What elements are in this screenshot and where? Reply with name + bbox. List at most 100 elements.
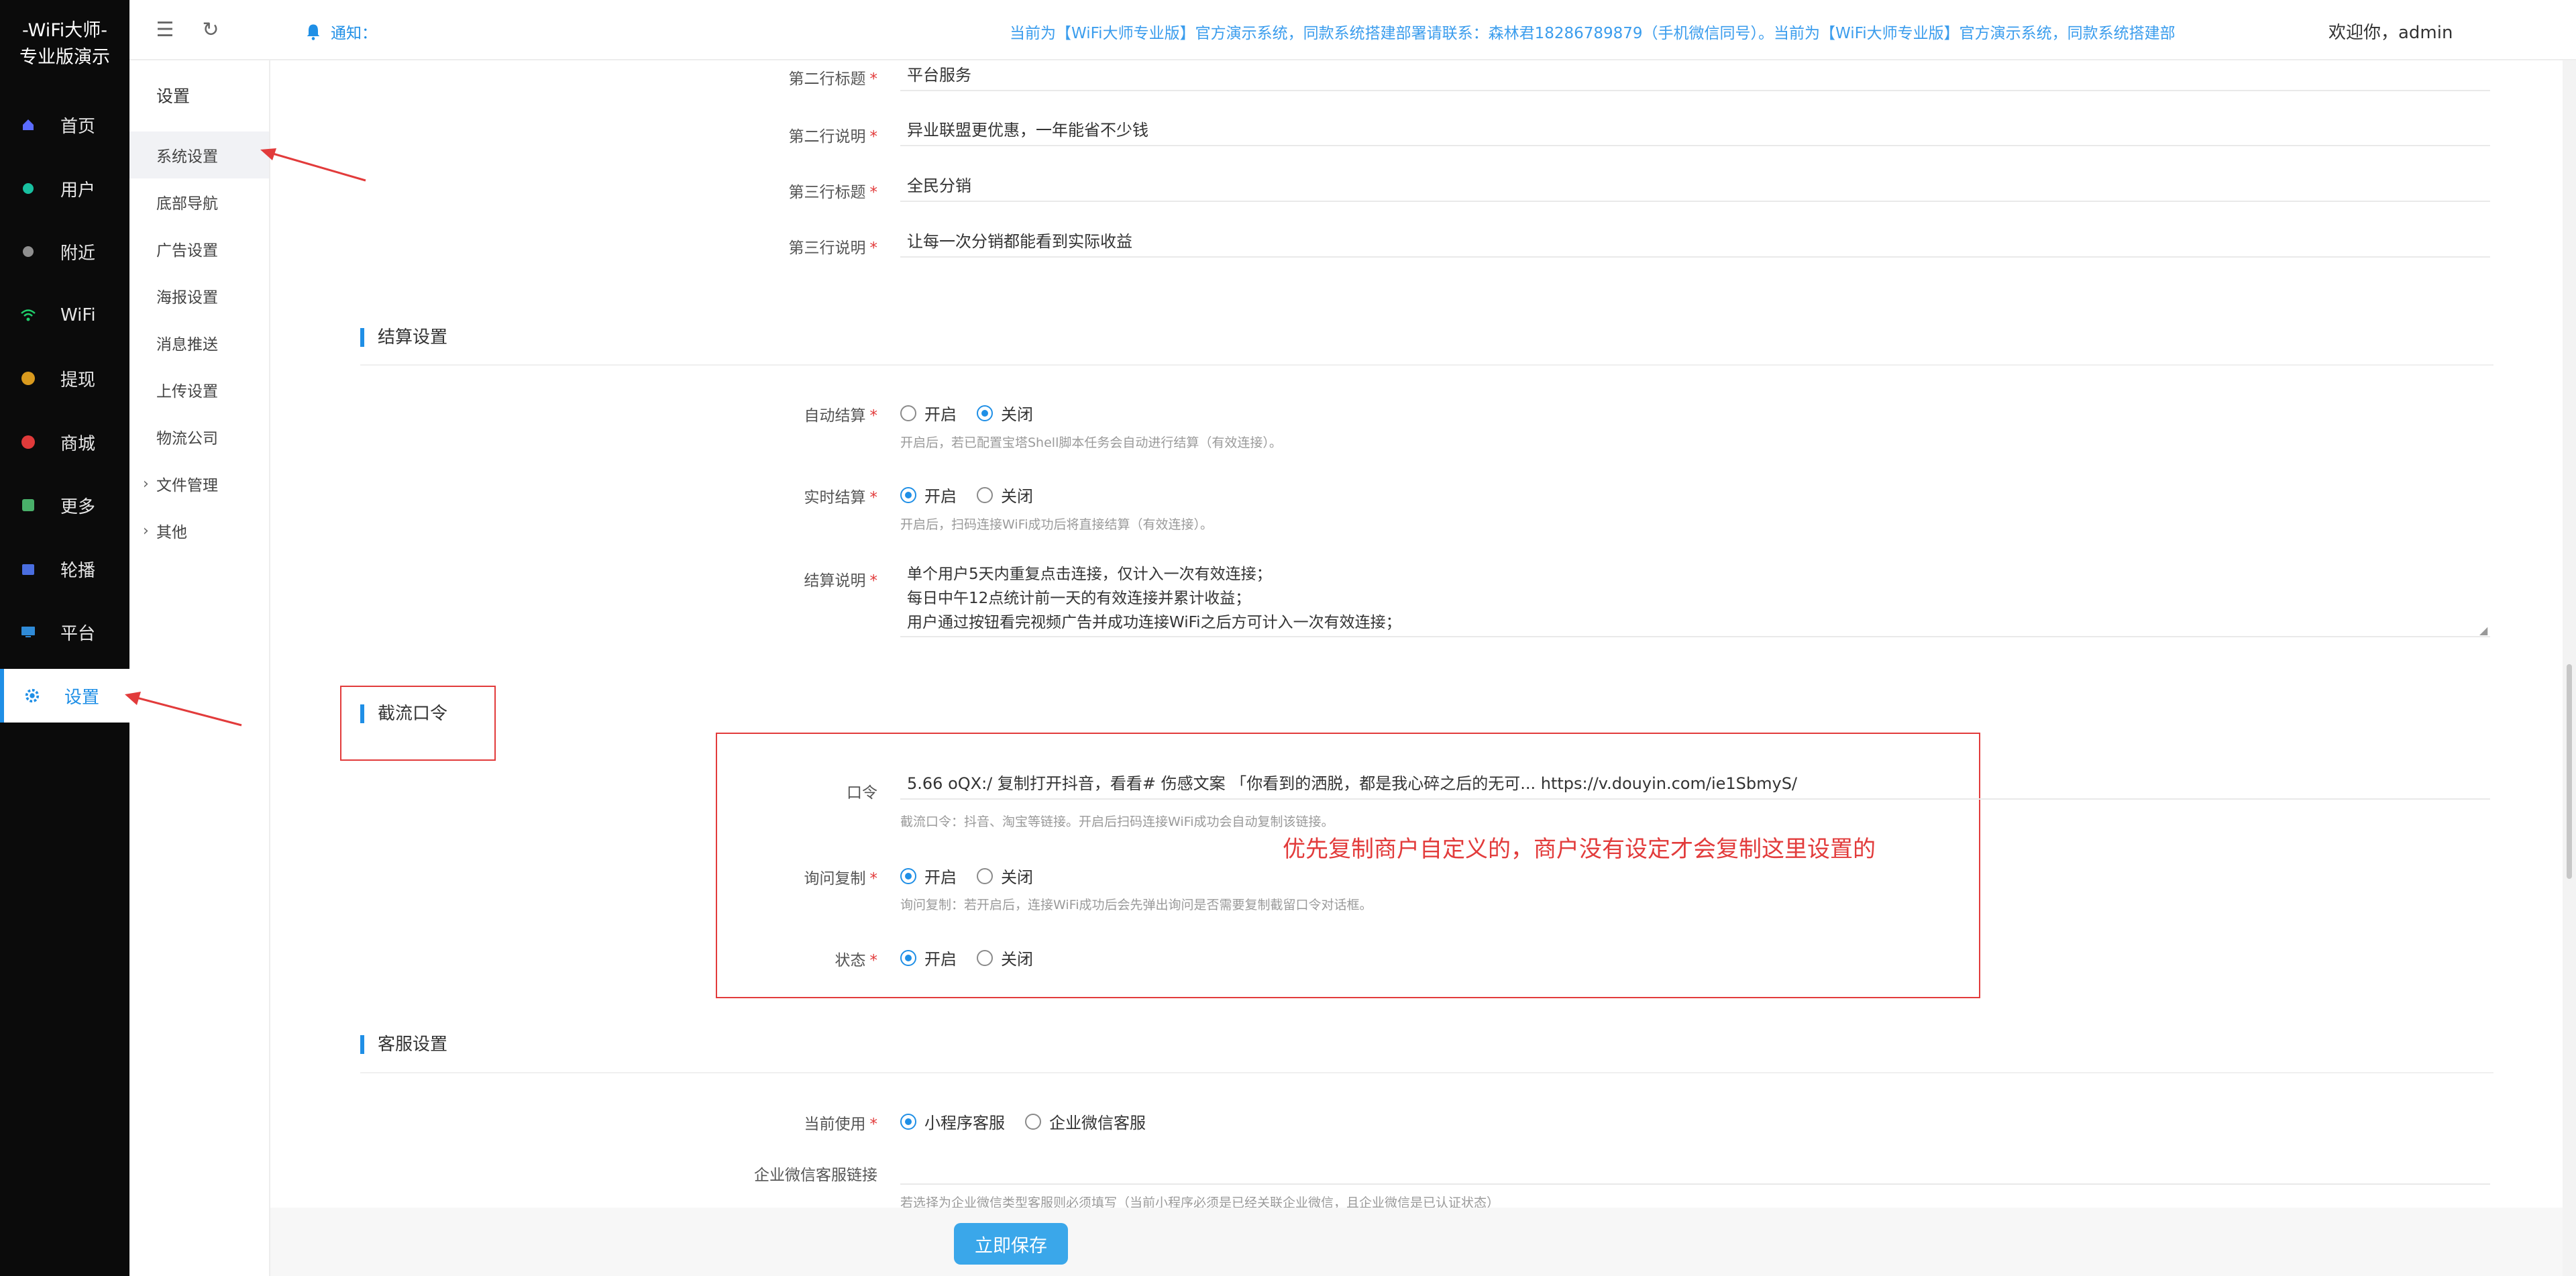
sidebar-item-carousel[interactable]: 轮播 [0,542,129,596]
second-row-title-input[interactable]: 平台服务 [900,60,2490,91]
third-row-title-input[interactable]: 全民分销 [900,171,2490,202]
sidebar-item-withdraw[interactable]: 提现 [0,352,129,405]
submenu-item-files[interactable]: › 文件管理 [129,460,269,507]
wifi-icon [20,307,36,323]
ask-copy-radio-group: 开启 关闭 [900,864,1053,888]
refresh-icon[interactable]: ↻ [199,19,222,42]
home-icon [20,117,36,133]
gear-icon [24,688,40,704]
auto-settle-on-radio[interactable]: 开启 [900,401,957,425]
submenu-item-bottom-nav[interactable]: 底部导航 [129,178,269,225]
submenu-item-upload[interactable]: 上传设置 [129,366,269,413]
notice-label-text: 通知： [331,25,377,42]
service-type-radio-group: 小程序客服 企业微信客服 [900,1110,1166,1133]
submenu-item-label: 消息推送 [156,336,218,354]
submenu-item-label: 底部导航 [156,195,218,213]
row-label: 口令 [847,784,877,802]
row-label: 第三行说明 * [788,240,878,257]
chevron-right-icon: › [143,475,149,492]
realtime-settle-off-radio[interactable]: 关闭 [977,483,1033,507]
grid-icon [20,497,36,513]
sidebar-item-wifi[interactable]: WiFi [0,288,129,342]
sidebar-item-label: 设置 [64,687,100,708]
sidebar-item-label: 用户 [60,180,96,201]
second-row-desc-input[interactable]: 异业联盟更优惠，一年能省不少钱 [900,115,2490,146]
bell-icon [307,24,320,40]
annotation-note: 优先复制商户自定义的，商户没有设定才会复制这里设置的 [1283,836,1876,863]
settlement-desc-textarea[interactable]: 单个用户5天内重复点击连接，仅计入一次有效连接； 每日中午12点统计前一天的有效… [900,558,2490,637]
settings-submenu: 设置 系统设置 底部导航 广告设置 海报设置 消息推送 上传设置 物流公司 › 文… [129,60,270,1276]
submenu-item-logistics[interactable]: 物流公司 [129,413,269,460]
brand-logo: -WiFi大师- 专业版演示 [0,0,129,68]
sidebar-item-label: 商城 [60,433,96,454]
submenu-item-label: 文件管理 [156,477,218,494]
section-title-intercept: 截流口令 [360,704,447,723]
annotation-arrow-icon [260,148,366,182]
sidebar-item-label: WiFi [60,305,96,325]
footer-bar [270,1208,2563,1276]
submenu-item-poster[interactable]: 海报设置 [129,272,269,319]
sidebar-item-more[interactable]: 更多 [0,478,129,532]
top-header: ☰ ↻ 通知： 当前为【WiFi大师专业版】官方演示系统，同款系统搭建部署请联系… [129,0,2576,60]
sidebar-item-label: 轮播 [60,560,96,581]
wecom-link-input[interactable] [900,1154,2490,1185]
help-text: 开启后，扫码连接WiFi成功后将直接结算（有效连接）。 [900,517,1213,532]
submenu-item-other[interactable]: › 其他 [129,507,269,554]
chevron-right-icon: › [143,522,149,539]
submenu-item-system[interactable]: 系统设置 [129,131,269,178]
submenu-item-label: 广告设置 [156,242,218,260]
annotation-arrow-icon [125,692,242,727]
brand-line2: 专业版演示 [19,47,110,68]
realtime-settle-radio-group: 开启 关闭 [900,483,1053,507]
ask-copy-off-radio[interactable]: 关闭 [977,864,1033,888]
row-label: 结算说明 * [804,572,878,590]
sidebar-item-label: 首页 [60,116,96,137]
resize-grip-icon[interactable]: ◢ [2479,624,2490,637]
sidebar-item-shop[interactable]: 商城 [0,415,129,469]
section-title-service: 客服设置 [360,1035,447,1054]
sidebar-item-nearby[interactable]: 附近 [0,225,129,278]
submenu-item-push[interactable]: 消息推送 [129,319,269,366]
row-label: 企业微信客服链接 [754,1167,877,1184]
status-off-radio[interactable]: 关闭 [977,946,1033,969]
welcome-text: 欢迎你，admin [2328,23,2453,43]
user-icon [20,180,36,197]
wecom-service-radio[interactable]: 企业微信客服 [1025,1110,1146,1133]
row-label: 当前使用 * [804,1116,878,1133]
main-sidebar: -WiFi大师- 专业版演示 首页 用户 附近 WiFi 提现 商城 更多 轮播… [0,0,129,1276]
row-label: 第二行说明 * [788,128,878,146]
help-text: 截流口令：抖音、淘宝等链接。开启后扫码连接WiFi成功会自动复制该链接。 [900,814,1334,829]
sidebar-item-label: 提现 [60,370,96,390]
submenu-item-label: 系统设置 [156,148,218,166]
app-window: -WiFi大师- 专业版演示 首页 用户 附近 WiFi 提现 商城 更多 轮播… [0,0,2576,1276]
realtime-settle-on-radio[interactable]: 开启 [900,483,957,507]
help-text: 询问复制：若开启后，连接WiFi成功后会先弹出询问是否需要复制截留口令对话框。 [900,898,1373,912]
sidebar-item-label: 更多 [60,496,96,517]
menu-collapse-icon[interactable]: ☰ [154,19,176,42]
sidebar-item-user[interactable]: 用户 [0,162,129,215]
save-button[interactable]: 立即保存 [954,1223,1068,1265]
notice-marquee: 当前为【WiFi大师专业版】官方演示系统，同款系统搭建部署请联系：森林君1828… [1010,25,2176,42]
auto-settle-off-radio[interactable]: 关闭 [977,401,1033,425]
third-row-desc-input[interactable]: 让每一次分销都能看到实际收益 [900,227,2490,258]
row-label: 询问复制 * [804,870,878,888]
submenu-item-label: 海报设置 [156,289,218,307]
ask-copy-on-radio[interactable]: 开启 [900,864,957,888]
sidebar-item-platform[interactable]: 平台 [0,605,129,659]
section-divider [360,364,2493,366]
sidebar-item-home[interactable]: 首页 [0,98,129,152]
scrollbar-thumb[interactable] [2567,664,2572,879]
row-label: 第二行标题 * [788,70,878,88]
row-label: 实时结算 * [804,489,878,507]
miniapp-service-radio[interactable]: 小程序客服 [900,1110,1005,1133]
sidebar-item-settings[interactable]: 设置 [0,669,129,723]
intercept-code-input[interactable]: 5.66 oQX:/ 复制打开抖音，看看# 伤感文案 「你看到的洒脱，都是我心碎… [900,769,2490,800]
sidebar-item-label: 附近 [60,243,96,264]
carousel-icon [20,561,36,577]
status-on-radio[interactable]: 开启 [900,946,957,969]
submenu-item-ads[interactable]: 广告设置 [129,225,269,272]
submenu-item-label: 物流公司 [156,430,218,447]
brand-line1: -WiFi大师- [21,20,108,41]
row-label: 自动结算 * [804,407,878,425]
coin-icon [20,370,36,386]
